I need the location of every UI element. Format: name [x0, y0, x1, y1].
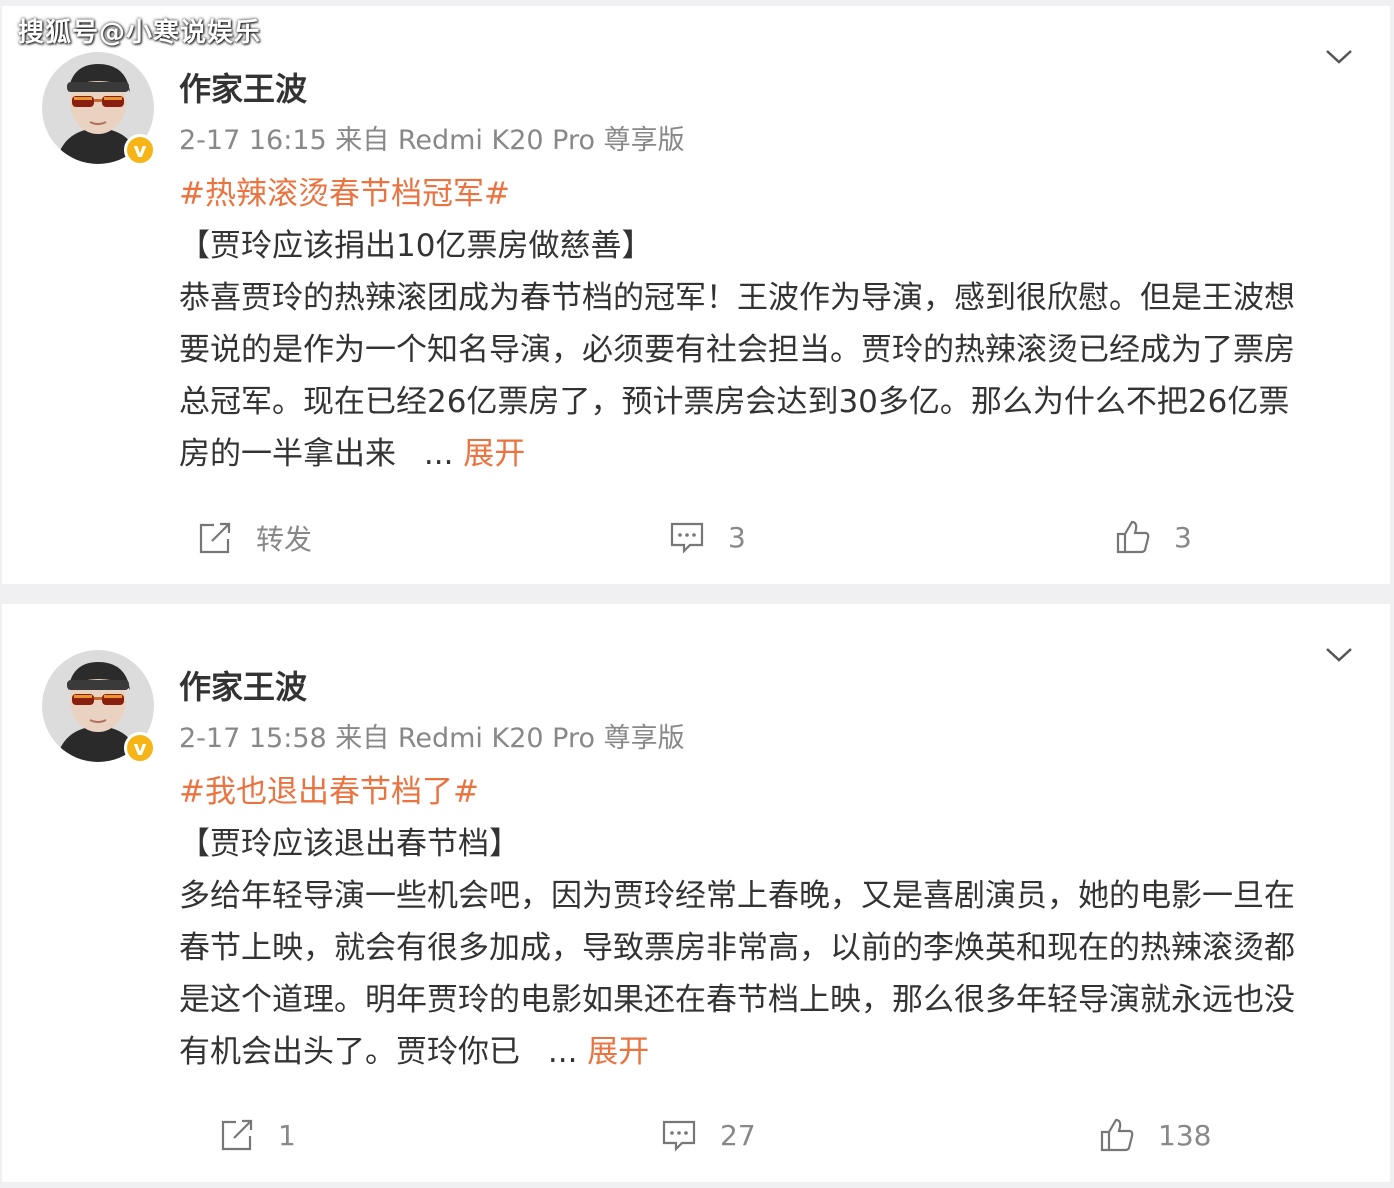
post-text-last: 有机会出头了。贾玲你已 — [179, 1034, 520, 1070]
post-text-line: 春节上映，就会有很多加成，导致票房非常高，以前的李焕英和现在的热辣滚烫都 — [179, 930, 1295, 966]
repost-label: 转发 — [256, 523, 313, 556]
comment-button[interactable]: 3 — [668, 518, 746, 556]
post-text-line: 多给年轻导演一些机会吧，因为贾玲经常上春晚，又是喜剧演员，她的电影一旦在 — [179, 878, 1295, 914]
post-text-line: 是这个道理。明年贾玲的电影如果还在春节档上映，那么很多年轻导演就永远也没 — [179, 982, 1295, 1018]
post-content: #我也退出春节档了# 【贾玲应该退出春节档】 多给年轻导演一些机会吧，因为贾玲经… — [179, 766, 1364, 1078]
post-text-line: 有机会出头了。贾玲你已 ... 展开 — [179, 1026, 1364, 1078]
action-bar: 转发 3 3 — [2, 518, 1390, 568]
weibo-post: v 作家王波 2-17 15:58 来自 Redmi K20 Pro 尊享版 #… — [2, 604, 1390, 1182]
ellipsis: ... — [547, 1034, 578, 1070]
author-name[interactable]: 作家王波 — [179, 662, 307, 708]
post-headline: 【贾玲应该退出春节档】 — [179, 826, 520, 862]
post-meta: 2-17 15:58 来自 Redmi K20 Pro 尊享版 — [179, 723, 685, 754]
weibo-post: v 作家王波 2-17 16:15 来自 Redmi K20 Pro 尊享版 #… — [2, 6, 1390, 584]
like-icon — [1116, 520, 1150, 554]
post-meta: 2-17 16:15 来自 Redmi K20 Pro 尊享版 — [179, 125, 685, 156]
like-count: 3 — [1174, 520, 1192, 554]
hashtag-link[interactable]: #热辣滚烫春节档冠军# — [179, 168, 1364, 220]
like-button[interactable]: 3 — [1114, 518, 1192, 556]
like-button[interactable]: 138 — [1098, 1116, 1211, 1154]
verified-icon: v — [124, 732, 156, 764]
chevron-down-icon[interactable] — [1324, 644, 1354, 664]
comment-icon — [670, 522, 704, 554]
repost-icon — [199, 522, 231, 554]
post-text-last: 房的一半拿出来 — [179, 436, 396, 472]
comment-button[interactable]: 27 — [660, 1116, 756, 1154]
repost-button[interactable]: 1 — [218, 1116, 296, 1154]
post-text-line: 恭喜贾玲的热辣滚团成为春节档的冠军！王波作为导演，感到很欣慰。但是王波想 — [179, 280, 1295, 316]
hashtag-link[interactable]: #我也退出春节档了# — [179, 766, 1364, 818]
author-name[interactable]: 作家王波 — [179, 64, 307, 110]
post-text-line: 要说的是作为一个知名导演，必须要有社会担当。贾玲的热辣滚烫已经成为了票房 — [179, 332, 1295, 368]
post-text-line: 总冠军。现在已经26亿票房了，预计票房会达到30多亿。那么为什么不把26亿票 — [179, 384, 1290, 420]
expand-link[interactable]: 展开 — [587, 1034, 649, 1070]
comment-count: 3 — [728, 520, 746, 554]
like-icon — [1100, 1118, 1134, 1152]
post-headline: 【贾玲应该捐出10亿票房做慈善】 — [179, 228, 653, 264]
watermark: 搜狐号@小寒说娱乐 — [18, 18, 262, 48]
like-count: 138 — [1158, 1118, 1212, 1152]
post-content: #热辣滚烫春节档冠军# 【贾玲应该捐出10亿票房做慈善】 恭喜贾玲的热辣滚团成为… — [179, 168, 1364, 480]
action-bar: 1 27 138 — [2, 1116, 1390, 1166]
post-text-line: 房的一半拿出来 ... 展开 — [179, 428, 1364, 480]
repost-count: 1 — [278, 1118, 296, 1152]
repost-icon — [221, 1119, 253, 1151]
expand-link[interactable]: 展开 — [463, 436, 525, 472]
comment-icon — [662, 1120, 696, 1152]
chevron-down-icon[interactable] — [1324, 46, 1354, 66]
verified-icon: v — [124, 134, 156, 166]
comment-count: 27 — [720, 1118, 756, 1152]
repost-button[interactable]: 转发 — [196, 518, 312, 558]
ellipsis: ... — [423, 436, 454, 472]
